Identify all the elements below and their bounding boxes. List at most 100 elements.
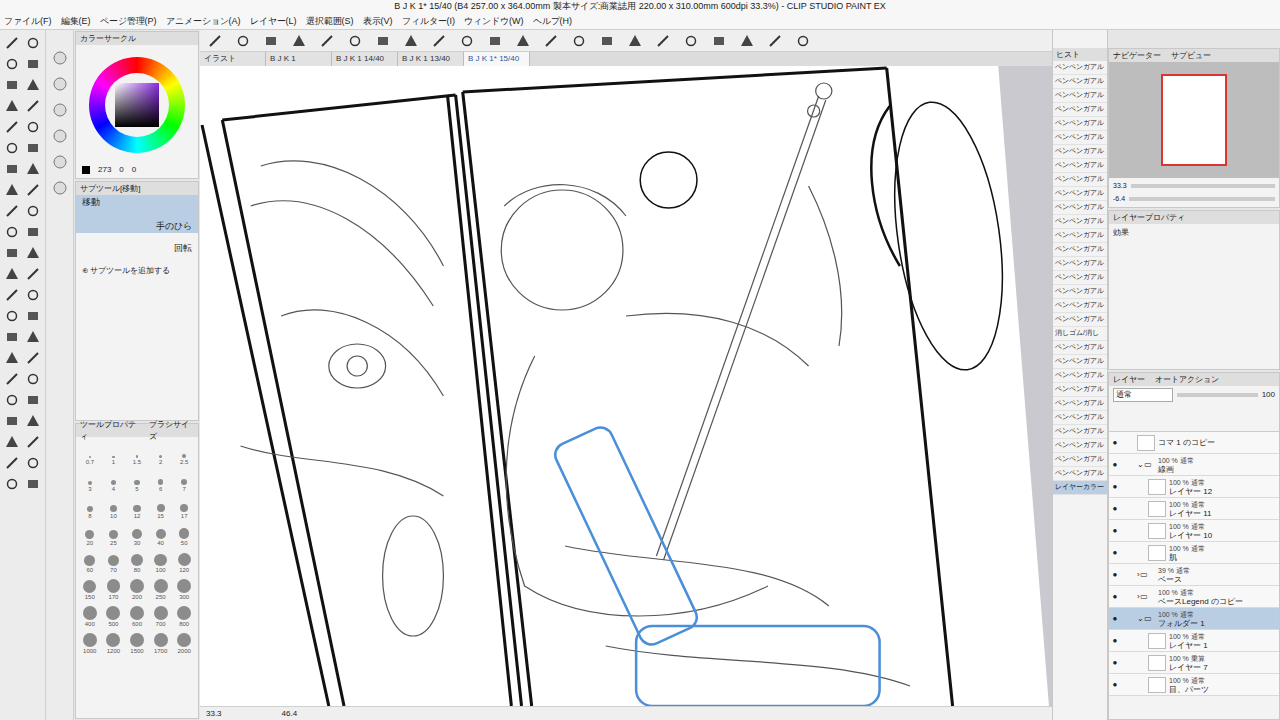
main-color-swatch[interactable] <box>82 166 90 174</box>
brush-size-preset[interactable]: 70 <box>103 548 125 574</box>
document-tab[interactable]: イラスト <box>200 52 266 66</box>
brush-size-preset[interactable]: 1.5 <box>126 440 148 466</box>
brush-size-preset[interactable]: 500 <box>103 602 125 628</box>
layer-row[interactable]: ●⌄▭100 % 通常線画 <box>1109 454 1279 476</box>
canvas[interactable] <box>200 66 1052 706</box>
tool-icon[interactable] <box>5 351 19 365</box>
tool-icon[interactable] <box>5 288 19 302</box>
tool-icon[interactable] <box>26 162 40 176</box>
history-item[interactable]: ペンペンガアル <box>1053 355 1107 369</box>
tool-icon[interactable] <box>5 372 19 386</box>
panel-tab[interactable]: レイヤープロパティ <box>1109 211 1279 224</box>
brush-size-preset[interactable]: 2 <box>150 440 172 466</box>
tool-icon[interactable] <box>26 57 40 71</box>
brush-size-preset[interactable]: 30 <box>126 521 148 547</box>
document-tab[interactable]: B J K 1 14/40 <box>332 52 398 66</box>
command-icon[interactable] <box>460 34 474 48</box>
brush-size-preset[interactable]: 25 <box>103 521 125 547</box>
brush-size-preset[interactable]: 10 <box>103 494 125 520</box>
history-item[interactable]: ペンペンガアル <box>1053 159 1107 173</box>
command-icon[interactable] <box>740 34 754 48</box>
panel-tab[interactable]: レイヤー <box>1113 374 1145 386</box>
brush-size-preset[interactable]: 100 <box>150 548 172 574</box>
document-tab[interactable]: B J K 1 13/40 <box>398 52 464 66</box>
history-item[interactable]: ペンペンガアル <box>1053 271 1107 285</box>
command-icon[interactable] <box>712 34 726 48</box>
brush-size-preset[interactable]: 8 <box>79 494 101 520</box>
panel-tab[interactable]: カラーサークル <box>76 32 198 45</box>
tool-icon[interactable] <box>5 330 19 344</box>
visibility-icon[interactable]: ● <box>1109 437 1121 449</box>
command-icon[interactable] <box>236 34 250 48</box>
tool-icon[interactable] <box>5 78 19 92</box>
history-item[interactable]: ペンペンガアル <box>1053 117 1107 131</box>
tool-icon[interactable] <box>26 204 40 218</box>
panel-tab[interactable]: サブツール[移動] <box>76 182 198 195</box>
command-icon[interactable] <box>208 34 222 48</box>
group-icon[interactable] <box>52 102 68 118</box>
brush-size-preset[interactable]: 5 <box>126 467 148 493</box>
menu-item[interactable]: ウィンドウ(W) <box>464 15 524 29</box>
tool-icon[interactable] <box>26 372 40 386</box>
layer-row[interactable]: ●100 % 通常レイヤー 11 <box>1109 498 1279 520</box>
command-icon[interactable] <box>796 34 810 48</box>
tool-icon[interactable] <box>26 351 40 365</box>
visibility-icon[interactable]: ● <box>1109 481 1121 493</box>
history-item[interactable]: ペンペンガアル <box>1053 299 1107 313</box>
tool-icon[interactable] <box>5 36 19 50</box>
brush-size-preset[interactable]: 1500 <box>126 629 148 655</box>
group-icon[interactable] <box>52 128 68 144</box>
tool-icon[interactable] <box>26 99 40 113</box>
history-item[interactable]: ペンペンガアル <box>1053 173 1107 187</box>
brush-size-preset[interactable]: 1 <box>103 440 125 466</box>
visibility-icon[interactable]: ● <box>1109 547 1121 559</box>
color-square[interactable] <box>115 83 159 127</box>
brush-size-preset[interactable]: 250 <box>150 575 172 601</box>
opacity-value[interactable]: 100 <box>1262 389 1275 401</box>
visibility-icon[interactable]: ● <box>1109 657 1121 669</box>
tool-icon[interactable] <box>5 456 19 470</box>
history-item[interactable]: ペンペンガアル <box>1053 257 1107 271</box>
history-item[interactable]: ペンペンガアル <box>1053 467 1107 481</box>
history-item[interactable]: ペンペンガアル <box>1053 341 1107 355</box>
navigator-zoom[interactable]: 33.3 <box>1113 181 1127 192</box>
brush-size-preset[interactable]: 7 <box>173 467 195 493</box>
tool-icon[interactable] <box>26 414 40 428</box>
tool-icon[interactable] <box>5 225 19 239</box>
add-sub-tool[interactable]: ⊕ サブツールを追加する <box>76 255 198 277</box>
history-item[interactable]: ペンペンガアル <box>1053 243 1107 257</box>
tool-icon[interactable] <box>5 309 19 323</box>
history-item[interactable]: 消しゴム/消し <box>1053 327 1107 341</box>
tool-icon[interactable] <box>5 120 19 134</box>
panel-tab[interactable]: サブビュー <box>1171 50 1211 62</box>
brush-size-preset[interactable]: 3 <box>79 467 101 493</box>
command-icon[interactable] <box>656 34 670 48</box>
visibility-icon[interactable]: ● <box>1109 591 1121 603</box>
tool-icon[interactable] <box>26 435 40 449</box>
navigator-thumbnail[interactable] <box>1161 74 1227 166</box>
tool-icon[interactable] <box>26 246 40 260</box>
history-item[interactable]: ペンペンガアル <box>1053 229 1107 243</box>
tool-icon[interactable] <box>26 120 40 134</box>
visibility-icon[interactable]: ● <box>1109 459 1121 471</box>
layer-row[interactable]: ●100 % 乗算レイヤー 7 <box>1109 652 1279 674</box>
layer-row[interactable]: ●100 % 通常レイヤー 1 <box>1109 630 1279 652</box>
brush-size-preset[interactable]: 40 <box>150 521 172 547</box>
tool-icon[interactable] <box>26 330 40 344</box>
menu-item[interactable]: アニメーション(A) <box>166 15 241 29</box>
menu-item[interactable]: ヘルプ(H) <box>533 15 573 29</box>
menu-item[interactable]: 編集(E) <box>61 15 91 29</box>
brush-size-preset[interactable]: 6 <box>150 467 172 493</box>
layer-row[interactable]: ●100 % 通常レイヤー 10 <box>1109 520 1279 542</box>
command-icon[interactable] <box>684 34 698 48</box>
tool-icon[interactable] <box>5 162 19 176</box>
tool-icon[interactable] <box>26 141 40 155</box>
folder-icon[interactable]: ⌄▭ <box>1137 613 1155 625</box>
history-item[interactable]: ペンペンガアル <box>1053 89 1107 103</box>
tool-icon[interactable] <box>5 414 19 428</box>
sub-tool-group[interactable]: 移動 <box>76 195 198 211</box>
visibility-icon[interactable]: ● <box>1109 503 1121 515</box>
history-item[interactable]: ペンペンガアル <box>1053 411 1107 425</box>
history-item[interactable]: ペンペンガアル <box>1053 453 1107 467</box>
command-icon[interactable] <box>376 34 390 48</box>
